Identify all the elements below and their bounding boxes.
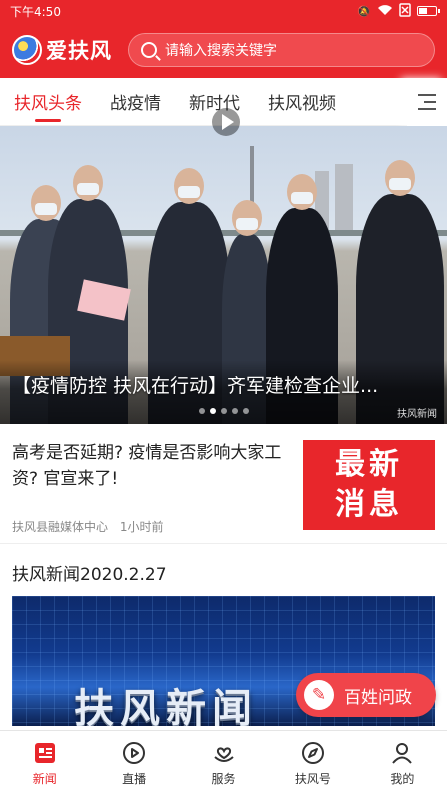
battery-icon [417, 6, 440, 16]
nav-service[interactable]: 服务 [179, 731, 268, 796]
nav-fufeng-account[interactable]: 扶风号 [268, 731, 357, 796]
tab-epidemic[interactable]: 战疫情 [96, 78, 175, 126]
status-bar: 下午4:50 🔕 [0, 0, 447, 22]
heart-hand-icon [213, 747, 234, 762]
channel-menu-icon[interactable] [407, 78, 447, 126]
banner-title: 【疫情防控 扶风在行动】齐军建检查企业... [12, 375, 379, 397]
public-inquiry-label: 百姓问政 [344, 687, 412, 708]
headline-banner[interactable]: 【疫情防控 扶风在行动】齐军建检查企业... 扶风新闻 [0, 126, 447, 424]
tab-headlines[interactable]: 扶风头条 [0, 78, 96, 126]
play-icon[interactable] [212, 108, 240, 136]
status-icons: 🔕 [357, 2, 440, 20]
carousel-dots [198, 408, 249, 414]
search-icon [141, 42, 157, 58]
news-thumbnail: 最新 消息 [303, 440, 435, 530]
search-bar[interactable]: 请输入搜索关键字 [128, 33, 435, 67]
banner-watermark: 扶风新闻 [397, 409, 437, 420]
logo-globe-icon [12, 35, 42, 65]
news-item[interactable]: 高考是否延期? 疫情是否影响大家工资? 官宣来了! 扶风县融媒体中心 1小时前 … [0, 424, 447, 544]
nav-label: 服务 [211, 772, 236, 786]
public-inquiry-button[interactable]: ✎ 百姓问政 [296, 673, 436, 717]
nav-label: 直播 [122, 772, 147, 786]
status-time: 下午4:50 [10, 4, 61, 19]
carousel-dot[interactable] [242, 408, 249, 414]
nav-news[interactable]: 新闻 [0, 731, 89, 796]
bottom-navigation: 新闻 直播 服务 扶风号 我的 [0, 730, 447, 796]
tab-videos[interactable]: 扶风视频 [254, 78, 350, 126]
nav-mine[interactable]: 我的 [358, 731, 447, 796]
nav-live[interactable]: 直播 [89, 731, 178, 796]
thumbnail-text: 消息 [335, 487, 403, 522]
mute-icon: 🔕 [357, 4, 371, 18]
news-source: 扶风县融媒体中心 [12, 520, 109, 534]
compass-icon [301, 742, 324, 764]
news-meta: 扶风县融媒体中心 1小时前 [12, 518, 163, 535]
news-time: 1小时前 [119, 520, 164, 534]
app-header: 爱扶风 请输入搜索关键字 [0, 22, 447, 78]
news-icon [34, 743, 55, 763]
carousel-dot[interactable] [209, 408, 216, 414]
carousel-dot[interactable] [231, 408, 238, 414]
news-title[interactable]: 扶风新闻2020.2.27 [12, 560, 167, 585]
play-circle-icon [123, 742, 146, 764]
thumbnail-text: 最新 [335, 447, 403, 482]
wifi-icon [377, 4, 393, 19]
edit-icon: ✎ [304, 680, 334, 710]
nav-label: 扶风号 [294, 772, 331, 786]
carousel-dot[interactable] [198, 408, 205, 414]
thumbnail-text: 扶风新闻 [74, 686, 258, 726]
background-building [335, 164, 353, 231]
carousel-dot[interactable] [220, 408, 227, 414]
nav-label: 我的 [390, 772, 415, 786]
search-placeholder: 请输入搜索关键字 [165, 43, 277, 59]
no-sim-icon [399, 2, 411, 20]
app-logo[interactable]: 爱扶风 [12, 35, 112, 65]
user-icon [392, 743, 413, 764]
news-title: 高考是否延期? 疫情是否影响大家工资? 官宣来了! [12, 443, 282, 489]
nav-label: 新闻 [32, 772, 57, 786]
logo-text: 爱扶风 [46, 39, 112, 63]
